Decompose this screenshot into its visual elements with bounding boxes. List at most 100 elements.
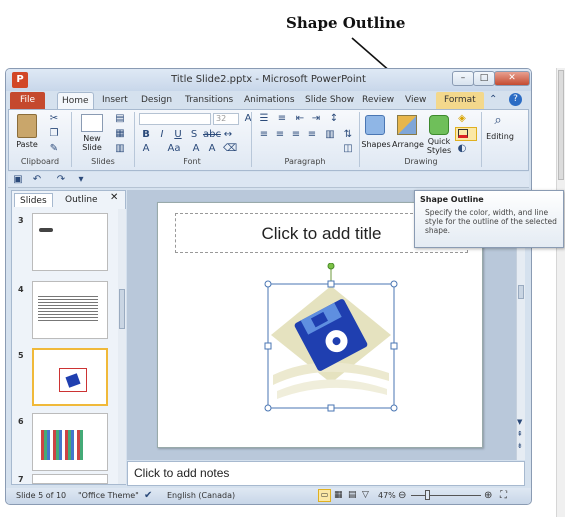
redo-icon[interactable]: ↷ — [54, 173, 68, 187]
quick-styles-button[interactable]: Quick Styles — [423, 137, 455, 155]
copy-icon[interactable]: ❐ — [47, 127, 61, 141]
arrange-icon[interactable] — [397, 115, 417, 135]
tab-view[interactable]: View — [401, 92, 430, 109]
clear-formatting-icon[interactable]: ⌫ — [223, 142, 237, 156]
tab-home[interactable]: Home — [57, 92, 94, 109]
zoom-slider[interactable] — [411, 490, 481, 500]
decrease-indent-icon[interactable]: ⇤ — [293, 112, 307, 126]
panel-tab-slides[interactable]: Slides — [14, 193, 53, 207]
maximize-button[interactable]: □ — [473, 71, 495, 86]
previous-slide-icon[interactable]: ⇞ — [517, 430, 523, 438]
zoom-out-icon[interactable]: ⊖ — [398, 490, 406, 501]
slide-thumbnail-3[interactable] — [32, 213, 108, 271]
justify-icon[interactable]: ≡ — [305, 128, 319, 142]
font-name-combo[interactable] — [139, 113, 211, 125]
shapes-button[interactable]: Shapes — [359, 140, 393, 149]
grow-font-icon[interactable]: A — [241, 112, 255, 126]
tab-animations[interactable]: Animations — [240, 92, 299, 109]
zoom-level[interactable]: 47% — [378, 491, 396, 500]
numbering-icon[interactable]: ≡ — [275, 112, 289, 126]
shape-fill-icon[interactable]: ◈ — [455, 112, 469, 126]
slide-thumbnail-4[interactable] — [32, 281, 108, 339]
slide-counter: Slide 5 of 10 — [16, 491, 67, 500]
slides-panel: Slides Outline ✕ 3 4 5 6 7 — [11, 190, 126, 485]
shapes-icon[interactable] — [365, 115, 385, 135]
character-spacing-icon[interactable]: ↔ — [221, 128, 235, 142]
font-color-icon[interactable]: A — [139, 142, 153, 156]
floppy-disk-clipart[interactable] — [263, 263, 399, 413]
align-left-icon[interactable]: ≡ — [257, 128, 271, 142]
undo-icon[interactable]: ↶ — [30, 173, 44, 187]
next-slide-icon[interactable]: ⇟ — [517, 442, 523, 450]
panel-scrollbar[interactable] — [118, 209, 126, 484]
increase-indent-icon[interactable]: ⇥ — [309, 112, 323, 126]
new-slide-icon[interactable] — [81, 114, 103, 132]
slide-show-icon[interactable]: ▽ — [362, 490, 369, 500]
tab-insert[interactable]: Insert — [98, 92, 132, 109]
minimize-button[interactable]: – — [452, 71, 474, 86]
format-painter-icon[interactable]: ✎ — [47, 142, 61, 156]
proofing-icon[interactable]: ✔ — [144, 490, 152, 501]
normal-view-icon[interactable]: ▭ — [318, 489, 331, 502]
zoom-slider-thumb[interactable] — [425, 490, 430, 500]
scroll-down-icon[interactable]: ▼ — [517, 418, 522, 426]
slide-thumbnail-5[interactable] — [32, 348, 108, 406]
close-button[interactable]: ✕ — [494, 71, 530, 86]
tab-design[interactable]: Design — [137, 92, 176, 109]
editing-button[interactable]: Editing — [483, 132, 517, 141]
center-icon[interactable]: ≡ — [273, 128, 287, 142]
strikethrough-icon[interactable]: abc — [203, 128, 221, 142]
help-icon[interactable]: ? — [509, 93, 522, 106]
close-panel-icon[interactable]: ✕ — [110, 192, 118, 203]
bold-icon[interactable]: B — [139, 128, 153, 142]
align-right-icon[interactable]: ≡ — [289, 128, 303, 142]
language-indicator[interactable]: English (Canada) — [167, 491, 235, 500]
change-case-icon[interactable]: Aa — [167, 142, 181, 156]
cut-icon[interactable]: ✂ — [47, 112, 61, 126]
panel-tab-outline[interactable]: Outline — [60, 193, 103, 207]
new-slide-button[interactable]: New Slide — [73, 134, 111, 152]
grow-icon[interactable]: A — [189, 142, 203, 156]
reset-icon[interactable]: ▦ — [113, 127, 127, 141]
shape-effects-icon[interactable]: ◐ — [455, 142, 469, 156]
font-size-combo[interactable]: 32 — [213, 113, 239, 125]
status-bar: Slide 5 of 10 "Office Theme" ✔ English (… — [6, 488, 531, 504]
tab-transitions[interactable]: Transitions — [181, 92, 237, 109]
arrange-button[interactable]: Arrange — [391, 140, 425, 149]
group-label-slides: Slides — [91, 157, 115, 166]
line-spacing-icon[interactable]: ↕ — [327, 112, 341, 126]
slide-sorter-icon[interactable]: ▦ — [334, 490, 343, 500]
shadow-icon[interactable]: S — [187, 128, 201, 142]
columns-icon[interactable]: ▥ — [323, 128, 337, 142]
slide-thumbnail-7[interactable] — [32, 474, 108, 484]
paste-button[interactable]: Paste — [11, 140, 43, 149]
minimize-ribbon-icon[interactable]: ⌃ — [489, 94, 497, 105]
tab-review[interactable]: Review — [358, 92, 398, 109]
save-icon[interactable]: ▣ — [11, 173, 25, 187]
layout-icon[interactable]: ▤ — [113, 112, 127, 126]
fit-to-window-icon[interactable]: ⛶ — [500, 490, 507, 501]
shrink-icon[interactable]: A — [205, 142, 219, 156]
reading-view-icon[interactable]: ▤ — [348, 490, 357, 500]
tab-file[interactable]: File — [10, 92, 46, 109]
shape-outline-button[interactable] — [455, 127, 477, 141]
italic-icon[interactable]: I — [155, 128, 169, 142]
page-scrollbar[interactable] — [556, 68, 565, 517]
bullets-icon[interactable]: ☰ — [257, 112, 271, 126]
section-icon[interactable]: ▥ — [113, 142, 127, 156]
tab-slide-show[interactable]: Slide Show — [301, 92, 358, 109]
customize-qat-icon[interactable]: ▾ — [74, 173, 88, 187]
notes-pane[interactable]: Click to add notes — [127, 461, 525, 486]
quick-styles-icon[interactable] — [429, 115, 449, 135]
smartart-icon[interactable]: ◫ — [341, 142, 355, 156]
binoculars-icon[interactable]: ⌕ — [491, 114, 505, 128]
tooltip-description: Specify the color, width, and line style… — [425, 208, 557, 235]
text-direction-icon[interactable]: ⇅ — [341, 128, 355, 142]
shape-outline-icon — [458, 129, 468, 138]
paste-icon[interactable] — [17, 114, 37, 138]
underline-icon[interactable]: U — [171, 128, 185, 142]
group-label-clipboard: Clipboard — [20, 157, 60, 166]
tab-format[interactable]: Format — [436, 92, 484, 109]
slide-thumbnail-6[interactable] — [32, 413, 108, 471]
zoom-in-icon[interactable]: ⊕ — [484, 490, 492, 501]
